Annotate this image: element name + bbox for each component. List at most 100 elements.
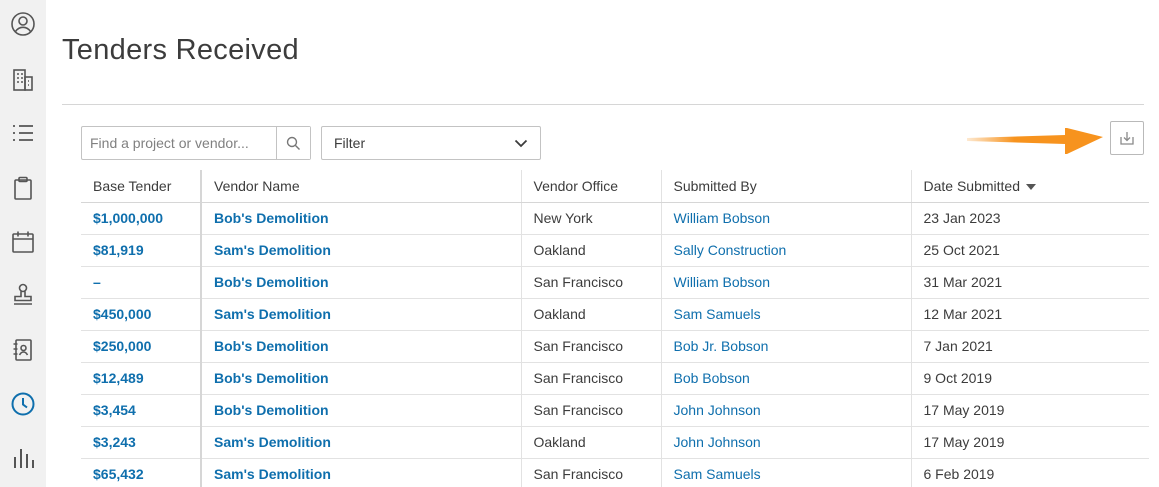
- vendor-name-link[interactable]: Sam's Demolition: [214, 242, 331, 258]
- nav-stamp[interactable]: [0, 275, 46, 315]
- base-tender-link[interactable]: $3,454: [93, 402, 136, 418]
- submitted-by-cell: Sam Samuels: [660, 458, 911, 487]
- submitted-by-link[interactable]: Sam Samuels: [674, 466, 761, 482]
- nav-profile[interactable]: [0, 4, 46, 44]
- col-header-submitted-by[interactable]: Submitted By: [660, 170, 911, 203]
- table-row[interactable]: $65,432 Sam's Demolition San Francisco Sam …: [81, 458, 1149, 487]
- vendor-office-cell: San Francisco: [533, 274, 623, 290]
- clipboard-icon: [14, 176, 32, 200]
- vendor-name-link[interactable]: Sam's Demolition: [214, 306, 331, 322]
- table-row[interactable]: $3,243 Sam's Demolition Oakland John Johnso…: [81, 426, 1149, 459]
- submitted-by-cell: Sam Samuels: [660, 298, 911, 331]
- date-submitted-cell: 17 May 2019: [910, 394, 1149, 427]
- date-submitted-cell: 31 Mar 2021: [910, 266, 1149, 299]
- submitted-by-cell: Bob Jr. Bobson: [660, 330, 911, 363]
- date-submitted-cell: 25 Oct 2021: [910, 234, 1149, 267]
- submitted-by-cell: William Bobson: [660, 266, 911, 299]
- col-header-date-submitted[interactable]: Date Submitted: [910, 170, 1149, 203]
- vendor-name-cell: Sam's Demolition: [200, 458, 521, 487]
- tenders-table: Base Tender Vendor Name Vendor Office Su…: [81, 170, 1149, 487]
- building-icon: [13, 69, 33, 91]
- submitted-by-link[interactable]: Bob Jr. Bobson: [674, 338, 769, 354]
- base-tender-link[interactable]: $450,000: [93, 306, 151, 322]
- search-input[interactable]: [82, 127, 276, 159]
- table-row[interactable]: $12,489 Bob's Demolition San Francisco Bob …: [81, 362, 1149, 395]
- search-box: [81, 126, 311, 160]
- vendor-office-cell: San Francisco: [533, 338, 623, 354]
- submitted-by-link[interactable]: Bob Bobson: [674, 370, 750, 386]
- export-button[interactable]: [1110, 121, 1144, 155]
- date-submitted-cell: 12 Mar 2021: [910, 298, 1149, 331]
- base-tender-link[interactable]: $1,000,000: [93, 210, 163, 226]
- nav-list[interactable]: [0, 113, 46, 153]
- submitted-by-link[interactable]: John Johnson: [674, 434, 761, 450]
- submitted-by-link[interactable]: William Bobson: [674, 274, 770, 290]
- base-tender-link[interactable]: $81,919: [93, 242, 144, 258]
- col-header-base-tender[interactable]: Base Tender: [81, 170, 201, 203]
- table-row[interactable]: – Bob's Demolition San Francisco William Bo…: [81, 266, 1149, 299]
- filter-dropdown[interactable]: Filter: [321, 126, 541, 160]
- vendor-office-cell: Oakland: [533, 434, 586, 450]
- stamp-icon: [14, 283, 32, 305]
- table-row[interactable]: $3,454 Bob's Demolition San Francisco John …: [81, 394, 1149, 427]
- vendor-name-link[interactable]: Bob's Demolition: [214, 402, 329, 418]
- nav-calendar[interactable]: [0, 222, 46, 262]
- table-row[interactable]: $81,919 Sam's Demolition Oakland Sally Cons…: [81, 234, 1149, 267]
- vendor-name-link[interactable]: Bob's Demolition: [214, 370, 329, 386]
- base-tender-link[interactable]: $65,432: [93, 466, 144, 482]
- nav-projects[interactable]: [0, 60, 46, 100]
- table-row[interactable]: $450,000 Sam's Demolition Oakland Sam Samue…: [81, 298, 1149, 331]
- submitted-by-link[interactable]: John Johnson: [674, 402, 761, 418]
- vendor-office-cell: San Francisco: [520, 266, 661, 299]
- table-header-row: Base Tender Vendor Name Vendor Office Su…: [81, 170, 1149, 203]
- nav-reports[interactable]: [0, 438, 46, 478]
- submitted-by-link[interactable]: William Bobson: [674, 210, 770, 226]
- date-submitted-cell: 9 Oct 2019: [910, 362, 1149, 395]
- base-tender-cell: $3,454: [81, 394, 201, 427]
- base-tender-cell: $81,919: [81, 234, 201, 267]
- vendor-office-cell: San Francisco: [533, 466, 623, 482]
- vendor-name-cell: Sam's Demolition: [200, 298, 521, 331]
- table-row[interactable]: $1,000,000 Bob's Demolition New York Willia…: [81, 202, 1149, 235]
- address-book-icon: [13, 339, 32, 361]
- submitted-by-cell: Bob Bobson: [660, 362, 911, 395]
- vendor-name-link[interactable]: Sam's Demolition: [214, 466, 331, 482]
- col-header-vendor-name[interactable]: Vendor Name: [200, 170, 521, 203]
- vendor-name-cell: Bob's Demolition: [200, 330, 521, 363]
- vendor-name-cell: Bob's Demolition: [200, 362, 521, 395]
- vendor-name-link[interactable]: Bob's Demolition: [214, 274, 329, 290]
- submitted-by-link[interactable]: Sally Construction: [674, 242, 787, 258]
- base-tender-link[interactable]: $3,243: [93, 434, 136, 450]
- vendor-name-link[interactable]: Bob's Demolition: [214, 210, 329, 226]
- date-submitted-cell: 17 May 2019: [923, 402, 1005, 418]
- chevron-down-icon: [514, 139, 528, 147]
- search-button[interactable]: [276, 127, 310, 159]
- date-submitted-cell: 17 May 2019: [910, 426, 1149, 459]
- vendor-name-link[interactable]: Sam's Demolition: [214, 434, 331, 450]
- submitted-by-cell: John Johnson: [660, 394, 911, 427]
- date-submitted-cell: 7 Jan 2021: [923, 338, 993, 354]
- vendor-office-cell: Oakland: [520, 234, 661, 267]
- submitted-by-link[interactable]: Sam Samuels: [674, 306, 761, 322]
- nav-clipboard[interactable]: [0, 168, 46, 208]
- vendor-name-link[interactable]: Bob's Demolition: [214, 338, 329, 354]
- vendor-office-cell: San Francisco: [533, 402, 623, 418]
- date-submitted-cell: 31 Mar 2021: [923, 274, 1003, 290]
- base-tender-link[interactable]: $250,000: [93, 338, 151, 354]
- date-submitted-cell: 23 Jan 2023: [910, 202, 1149, 235]
- submitted-by-cell: William Bobson: [660, 202, 911, 235]
- date-submitted-cell: 6 Feb 2019: [923, 466, 995, 482]
- base-tender-cell: $3,243: [81, 426, 201, 459]
- page-title: Tenders Received: [62, 34, 299, 66]
- base-tender-link[interactable]: –: [93, 274, 101, 290]
- vendor-office-cell: Oakland: [520, 298, 661, 331]
- nav-address-book[interactable]: [0, 330, 46, 370]
- vendor-office-cell: New York: [533, 210, 593, 226]
- table-row[interactable]: $250,000 Bob's Demolition San Francisco Bob…: [81, 330, 1149, 363]
- base-tender-link[interactable]: $12,489: [93, 370, 144, 386]
- vendor-office-cell: Oakland: [520, 426, 661, 459]
- col-header-vendor-office[interactable]: Vendor Office: [520, 170, 661, 203]
- nav-tenders[interactable]: [0, 384, 46, 424]
- search-icon: [286, 136, 300, 150]
- submitted-by-cell: John Johnson: [660, 426, 911, 459]
